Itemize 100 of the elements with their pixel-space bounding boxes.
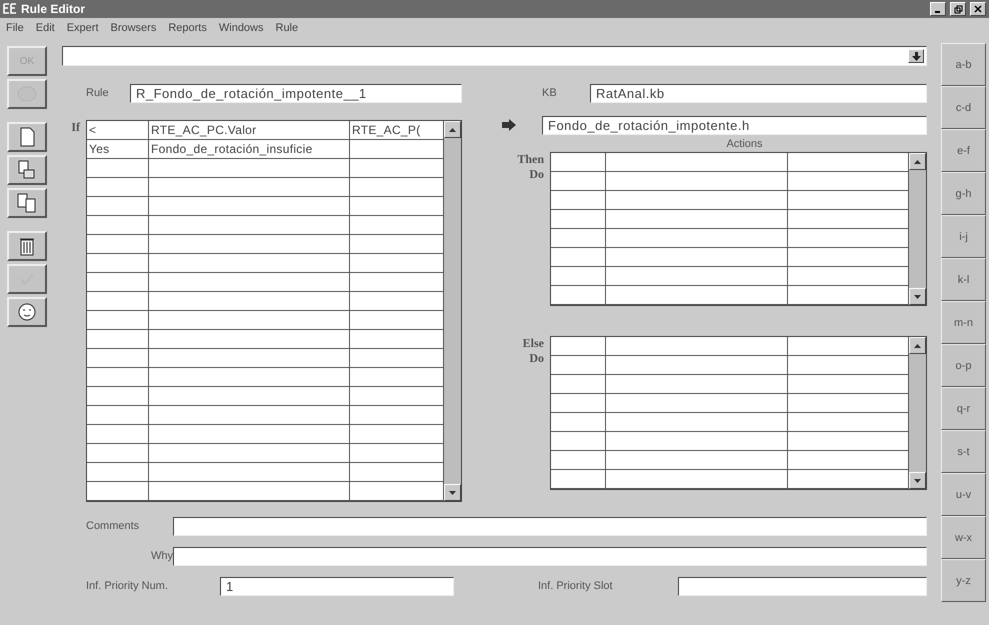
table-cell[interactable]	[606, 337, 788, 356]
scroll-down-button[interactable]	[909, 472, 926, 489]
dropdown-button[interactable]	[908, 49, 924, 63]
table-cell[interactable]	[551, 172, 606, 191]
scroll-up-button[interactable]	[909, 153, 926, 170]
table-cell[interactable]	[149, 235, 350, 254]
menu-item[interactable]: Edit	[36, 22, 55, 34]
table-cell[interactable]	[87, 159, 149, 178]
scroll-down-button[interactable]	[444, 484, 461, 501]
table-cell[interactable]	[551, 229, 606, 248]
index-button[interactable]: u-v	[941, 473, 986, 516]
index-button[interactable]: m-n	[941, 301, 986, 344]
table-cell[interactable]	[606, 413, 788, 432]
table-cell[interactable]: Yes	[87, 140, 149, 159]
table-cell[interactable]	[149, 197, 350, 216]
table-cell[interactable]	[606, 375, 788, 394]
table-cell[interactable]	[606, 286, 788, 305]
index-button[interactable]: q-r	[941, 387, 986, 430]
table-cell[interactable]	[87, 254, 149, 273]
scroll-up-button[interactable]	[444, 121, 461, 138]
index-button[interactable]: y-z	[941, 559, 986, 602]
table-cell[interactable]	[87, 387, 149, 406]
table-cell[interactable]	[149, 406, 350, 425]
table-cell[interactable]	[149, 311, 350, 330]
index-button[interactable]: c-d	[941, 86, 986, 129]
toolbar-button[interactable]	[7, 155, 47, 185]
menu-item[interactable]: File	[6, 22, 24, 34]
table-cell[interactable]	[606, 432, 788, 451]
table-cell[interactable]	[606, 153, 788, 172]
table-cell[interactable]	[606, 394, 788, 413]
menu-item[interactable]: Windows	[218, 22, 264, 34]
table-cell[interactable]	[551, 286, 606, 305]
table-cell[interactable]	[551, 248, 606, 267]
table-cell[interactable]	[87, 482, 149, 501]
table-cell[interactable]	[551, 210, 606, 229]
scrollbar[interactable]	[909, 153, 926, 305]
table-cell[interactable]	[551, 470, 606, 489]
table-cell[interactable]	[149, 444, 350, 463]
table-cell[interactable]	[149, 463, 350, 482]
table-cell[interactable]	[149, 330, 350, 349]
toolbar-button[interactable]	[7, 297, 47, 327]
table-cell[interactable]	[87, 273, 149, 292]
table-cell[interactable]	[87, 311, 149, 330]
table-cell[interactable]	[87, 444, 149, 463]
table-cell[interactable]	[87, 197, 149, 216]
toolbar-button[interactable]	[7, 231, 47, 261]
input-field[interactable]: RatAnal.kb	[590, 84, 927, 102]
scroll-up-button[interactable]	[909, 337, 926, 354]
table-cell[interactable]	[87, 216, 149, 235]
minimize-button[interactable]	[930, 2, 946, 16]
toolbar-button[interactable]	[7, 188, 47, 218]
table-cell[interactable]	[149, 159, 350, 178]
table-cell[interactable]	[551, 267, 606, 286]
table-cell[interactable]	[149, 368, 350, 387]
menu-item[interactable]: Expert	[66, 22, 98, 34]
table-cell[interactable]: Fondo_de_rotación_insuficie	[149, 140, 350, 159]
input-field[interactable]	[173, 546, 927, 566]
table-cell[interactable]	[551, 451, 606, 470]
table-cell[interactable]	[149, 349, 350, 368]
index-button[interactable]: g-h	[941, 172, 986, 215]
table-cell[interactable]	[149, 425, 350, 444]
table-cell[interactable]	[87, 178, 149, 197]
input-field[interactable]: 1	[220, 576, 454, 596]
table-cell[interactable]	[87, 330, 149, 349]
table-cell[interactable]	[551, 356, 606, 375]
index-button[interactable]: o-p	[941, 344, 986, 387]
input-field[interactable]: R_Fondo_de_rotación_impotente__1	[130, 84, 462, 102]
table-cell[interactable]: <	[87, 121, 149, 140]
rule-selector-field[interactable]	[62, 46, 927, 66]
table-cell[interactable]	[606, 356, 788, 375]
table-cell[interactable]	[87, 349, 149, 368]
table-cell[interactable]	[87, 235, 149, 254]
table-cell[interactable]	[87, 463, 149, 482]
table-cell[interactable]	[606, 470, 788, 489]
index-button[interactable]: a-b	[941, 43, 986, 86]
scrollbar[interactable]	[909, 337, 926, 489]
index-button[interactable]: e-f	[941, 129, 986, 172]
table-cell[interactable]	[606, 248, 788, 267]
table-cell[interactable]	[87, 425, 149, 444]
table-cell[interactable]	[606, 191, 788, 210]
table-cell[interactable]	[551, 375, 606, 394]
table-cell[interactable]	[149, 273, 350, 292]
table-cell[interactable]	[551, 153, 606, 172]
menu-item[interactable]: Reports	[168, 22, 207, 34]
menu-item[interactable]: Rule	[276, 22, 298, 34]
menu-item[interactable]: Browsers	[110, 22, 156, 34]
index-button[interactable]: i-j	[941, 215, 986, 258]
table-cell[interactable]	[149, 216, 350, 235]
table-cell[interactable]	[149, 482, 350, 501]
input-field[interactable]: Fondo_de_rotación_impotente.h	[542, 116, 927, 134]
table-cell[interactable]	[606, 210, 788, 229]
table-cell[interactable]	[551, 413, 606, 432]
index-button[interactable]: k-l	[941, 258, 986, 301]
table-cell[interactable]	[87, 368, 149, 387]
table-cell[interactable]	[149, 254, 350, 273]
table-cell[interactable]	[551, 394, 606, 413]
table-cell[interactable]	[606, 172, 788, 191]
toolbar-button[interactable]	[7, 122, 47, 152]
table-cell[interactable]	[551, 191, 606, 210]
table-cell[interactable]	[606, 451, 788, 470]
